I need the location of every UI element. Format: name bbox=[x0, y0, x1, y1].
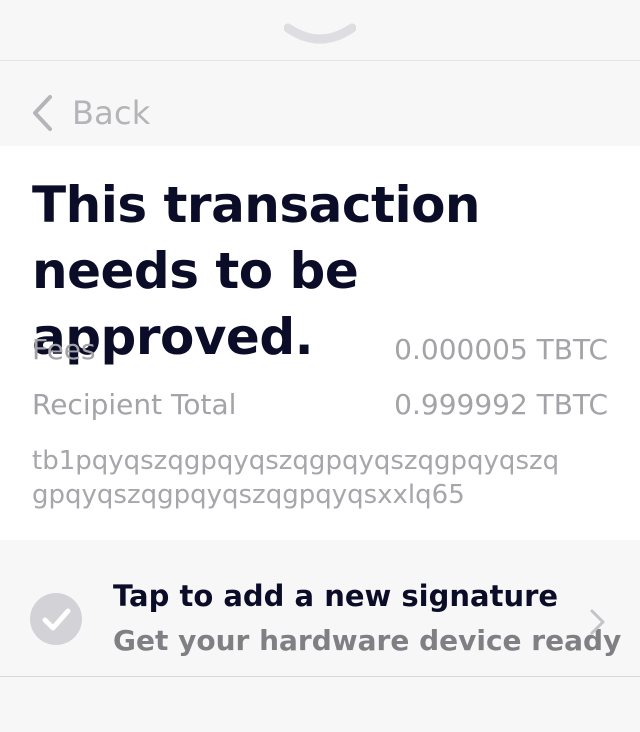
fees-label: Fees bbox=[32, 333, 96, 366]
chevron-right-icon bbox=[590, 609, 605, 635]
chevron-left-icon bbox=[33, 95, 52, 131]
sheet-header bbox=[0, 0, 640, 61]
back-label: Back bbox=[72, 94, 151, 132]
check-circle-icon bbox=[30, 593, 82, 645]
back-button[interactable]: Back bbox=[30, 93, 151, 133]
recipient-total-value: 0.999992 TBTC bbox=[394, 388, 608, 421]
address-line-1: tb1pqyqszqgpqyqszqgpqyqszqgpqyqszq bbox=[32, 446, 560, 476]
recipient-address: tb1pqyqszqgpqyqszqgpqyqszqgpqyqszq gpqyq… bbox=[32, 444, 608, 512]
signature-subtitle: Get your hardware device ready bbox=[113, 624, 622, 657]
recipient-total-label: Recipient Total bbox=[32, 388, 237, 421]
transaction-card: This transaction needs to be approved. F… bbox=[0, 146, 640, 540]
fees-value: 0.000005 TBTC bbox=[394, 333, 608, 366]
navigation-bar: Back bbox=[0, 61, 640, 145]
recipient-total-row: Recipient Total 0.999992 TBTC bbox=[32, 388, 608, 421]
fees-row: Fees 0.000005 TBTC bbox=[32, 333, 608, 366]
signature-title: Tap to add a new signature bbox=[113, 579, 559, 613]
chevron-down-icon[interactable] bbox=[284, 20, 356, 48]
title-line-1: This transaction bbox=[32, 176, 481, 234]
add-signature-button[interactable]: Tap to add a new signature Get your hard… bbox=[0, 541, 640, 677]
address-line-2: gpqyqszqgpqyqszqgpqyqsxxlq65 bbox=[32, 480, 465, 510]
